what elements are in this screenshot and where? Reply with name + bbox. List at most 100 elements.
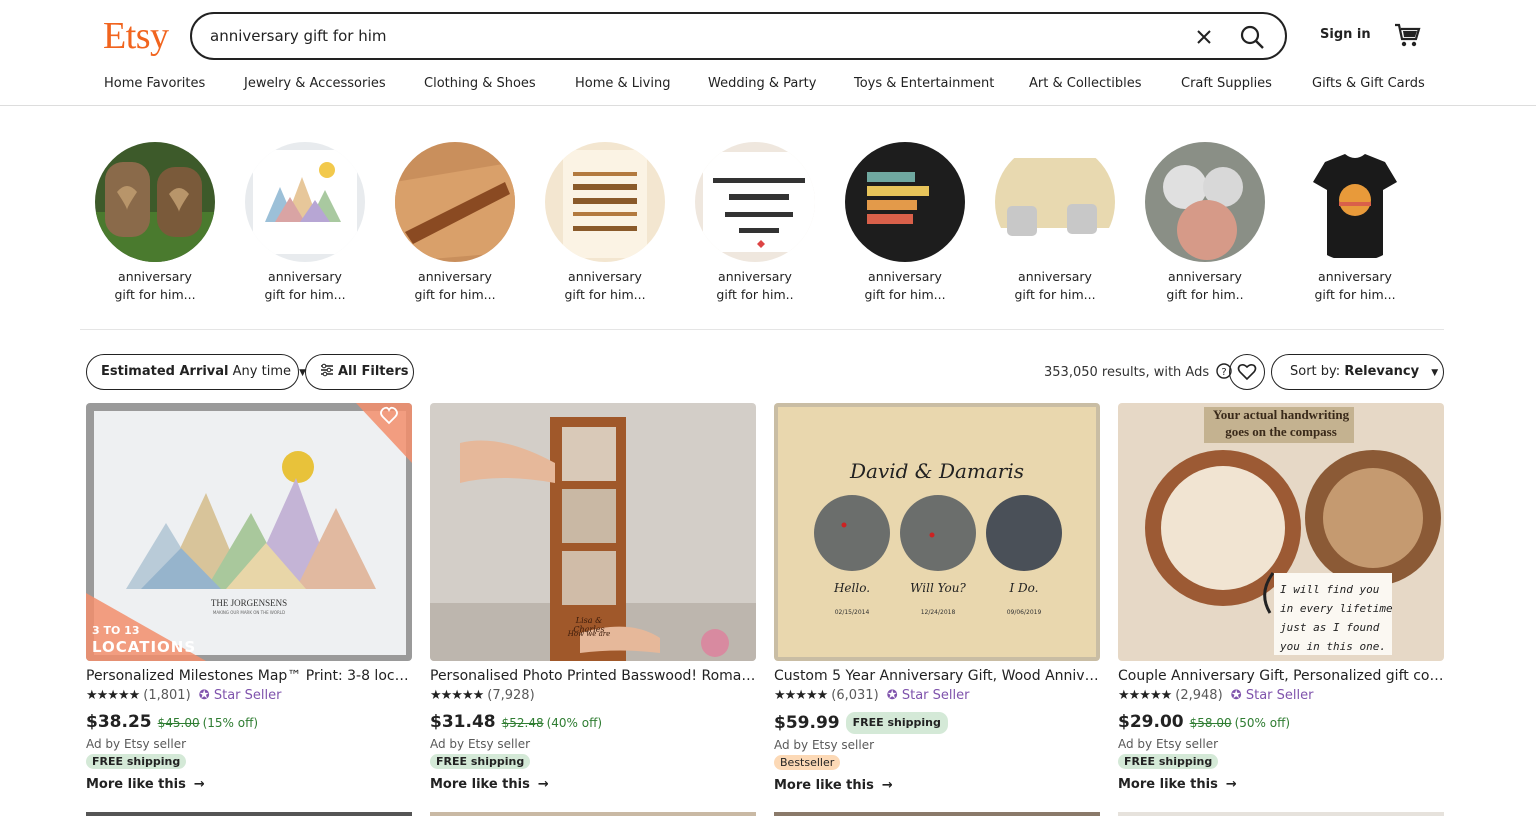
product-text: 09/06/2019: [1006, 609, 1042, 616]
related-search-label: anniversary: [118, 269, 192, 284]
category-home-living[interactable]: Home & Living: [575, 76, 670, 91]
review-count: (7,928): [487, 688, 535, 703]
category-craft[interactable]: Craft Supplies: [1181, 76, 1272, 91]
close-icon[interactable]: [1192, 25, 1216, 49]
more-like-this-link[interactable]: More like this →: [430, 777, 756, 792]
related-search-label: anniversary: [568, 269, 642, 284]
section-divider: [80, 329, 1444, 330]
product-text: I Do.: [1009, 581, 1039, 595]
sale-price: $31.48: [430, 712, 496, 732]
listing-price: $38.25 $45.00 (15% off): [86, 712, 412, 733]
review-count: (6,031): [831, 688, 879, 703]
category-wedding[interactable]: Wedding & Party: [708, 76, 816, 91]
product-text: How we are: [567, 630, 611, 638]
review-count: (1,801): [143, 688, 191, 703]
related-search-label: anniversary: [718, 269, 792, 284]
related-search-label: anniversary: [1168, 269, 1242, 284]
star-rating-icon: ★★★★★: [86, 688, 140, 703]
category-jewelry[interactable]: Jewelry & Accessories: [244, 76, 386, 91]
category-gifts[interactable]: Gifts & Gift Cards: [1312, 76, 1425, 91]
sort-value: Relevancy: [1344, 364, 1420, 379]
listing-price: $59.99 FREE shipping: [774, 712, 1100, 734]
estimated-arrival-dropdown[interactable]: Estimated Arrival Any time ▼: [86, 354, 306, 390]
overlay-text: LOCATIONS: [92, 638, 197, 656]
listing-title[interactable]: Personalised Photo Printed Basswood! Rom…: [430, 667, 756, 685]
related-search-label: gift for him...: [1014, 287, 1096, 302]
related-search-item[interactable]: anniversary gift for him..: [695, 142, 815, 304]
category-art[interactable]: Art & Collectibles: [1029, 76, 1141, 91]
more-like-this-link[interactable]: More like this →: [1118, 777, 1444, 792]
free-shipping-badge: FREE shipping: [86, 754, 187, 769]
related-search-label: anniversary: [868, 269, 942, 284]
arrow-right-icon: →: [1225, 777, 1237, 792]
next-row-listing-image: [430, 812, 756, 816]
related-search-item[interactable]: anniversary gift for him...: [1295, 142, 1415, 304]
original-price: $58.00: [1189, 716, 1232, 730]
related-search-item[interactable]: anniversary gift for him...: [845, 142, 965, 304]
all-filters-label: All Filters: [338, 364, 409, 379]
sale-price: $29.00: [1118, 712, 1184, 732]
category-nav: Home Favorites Jewelry & Accessories Clo…: [104, 76, 1434, 94]
search-icon[interactable]: [1238, 23, 1266, 51]
save-search-button[interactable]: [1229, 354, 1265, 390]
listing-title[interactable]: Couple Anniversary Gift, Personalized gi…: [1118, 667, 1444, 685]
sign-in-link[interactable]: Sign in: [1320, 27, 1371, 42]
related-search-item[interactable]: anniversary gift for him...: [995, 142, 1115, 304]
related-search-label: gift for him...: [414, 287, 496, 302]
star-rating-icon: ★★★★★: [430, 688, 484, 703]
svg-text:?: ?: [1222, 367, 1227, 378]
sale-price: $38.25: [86, 712, 152, 732]
listing-card[interactable]: Your actual handwriting goes on the comp…: [1118, 403, 1444, 792]
more-like-this-link[interactable]: More like this →: [774, 778, 1100, 793]
review-count: (2,948): [1175, 688, 1223, 703]
product-text: 12/24/2018: [920, 609, 956, 616]
category-home-favorites[interactable]: Home Favorites: [104, 76, 205, 91]
related-search-image: [245, 142, 365, 262]
listing-title[interactable]: Custom 5 Year Anniversary Gift, Wood Ann…: [774, 667, 1100, 685]
related-search-label: gift for him..: [1166, 287, 1244, 302]
product-text: Will You?: [910, 581, 966, 595]
related-search-item[interactable]: anniversary gift for him...: [395, 142, 515, 304]
related-search-image: [545, 142, 665, 262]
search-bar[interactable]: [190, 12, 1287, 60]
star-seller-label: Star Seller: [901, 688, 970, 703]
handwriting-text: in every lifetime: [1280, 602, 1393, 615]
cart-icon[interactable]: [1394, 22, 1422, 48]
etsy-logo[interactable]: Etsy: [103, 14, 169, 58]
related-search-label: anniversary: [268, 269, 342, 284]
related-search-item[interactable]: anniversary gift for him...: [95, 142, 215, 304]
product-text: Your actual handwriting: [1212, 407, 1350, 422]
related-search-item[interactable]: anniversary gift for him...: [245, 142, 365, 304]
category-clothing[interactable]: Clothing & Shoes: [424, 76, 536, 91]
filter-sliders-icon: [321, 363, 333, 377]
sort-dropdown[interactable]: Sort by: Relevancy ▼: [1271, 354, 1444, 390]
star-seller-icon: ✪: [1230, 688, 1242, 703]
all-filters-button[interactable]: All Filters: [305, 354, 414, 390]
related-search-label: anniversary: [418, 269, 492, 284]
listing-card[interactable]: THE JORGENSENS MAKING OUR MARK ON THE WO…: [86, 403, 412, 792]
discount: (15% off): [202, 716, 259, 730]
more-like-this-label: More like this: [430, 777, 530, 792]
related-search-image: [1295, 142, 1415, 262]
related-search-label: gift for him...: [114, 287, 196, 302]
related-search-label: anniversary: [1318, 269, 1392, 284]
listing-card[interactable]: Lisa & Charles How we are Personalised P…: [430, 403, 756, 792]
original-price: $52.48: [501, 716, 544, 730]
related-search-item[interactable]: anniversary gift for him..: [1145, 142, 1265, 304]
related-search-image: [1145, 142, 1265, 262]
star-seller-badge: ✪ Star Seller: [1231, 688, 1314, 703]
listing-image: Lisa & Charles How we are: [430, 403, 756, 661]
listing-card[interactable]: David & Damaris Hello. Will You? I Do. 0…: [774, 403, 1100, 793]
listing-title[interactable]: Personalized Milestones Map™ Print: 3-8 …: [86, 667, 412, 685]
related-search-item[interactable]: anniversary gift for him...: [545, 142, 665, 304]
original-price: $45.00: [157, 716, 200, 730]
overlay-text: 3 TO 13: [92, 624, 140, 637]
category-toys[interactable]: Toys & Entertainment: [854, 76, 994, 91]
product-text: Hello.: [833, 581, 871, 595]
related-search-label: gift for him...: [1314, 287, 1396, 302]
search-input[interactable]: [210, 24, 1170, 48]
free-shipping-badge: FREE shipping: [845, 712, 948, 734]
listing-price: $31.48 $52.48 (40% off): [430, 712, 756, 733]
listing-price: $29.00 $58.00 (50% off): [1118, 712, 1444, 733]
more-like-this-link[interactable]: More like this →: [86, 777, 412, 792]
